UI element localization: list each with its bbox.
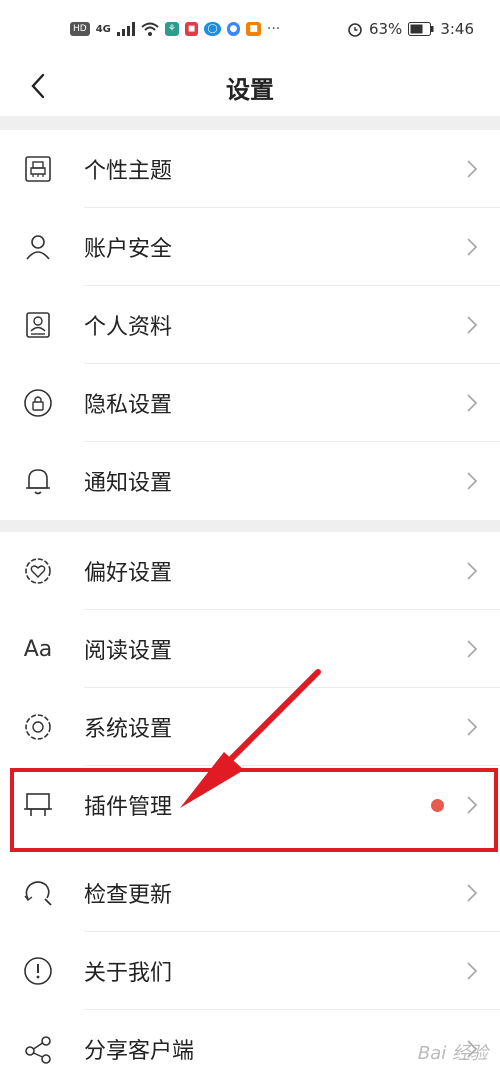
annotation-arrow-icon (180, 669, 321, 808)
watermark: Bai 经验 (417, 1043, 488, 1064)
